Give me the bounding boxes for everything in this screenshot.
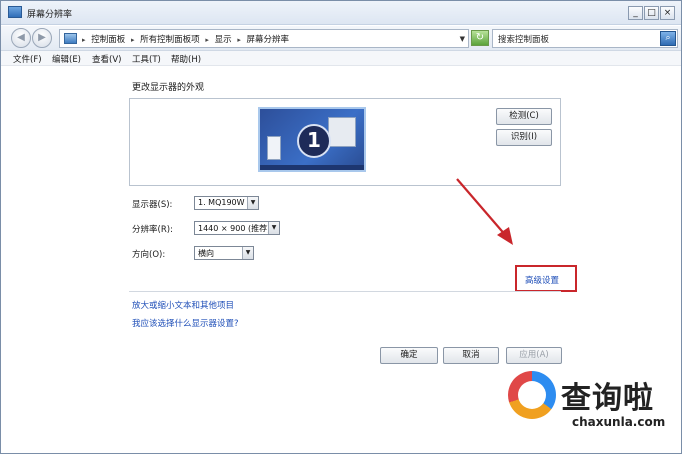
- display-label: 显示器(S):: [132, 200, 173, 210]
- display-settings-help-link[interactable]: 我应该选择什么显示器设置?: [132, 317, 239, 329]
- preview-window-icon: [328, 117, 356, 147]
- monitor-number-badge: 1: [297, 124, 331, 158]
- forward-arrow-icon: ▶: [38, 32, 46, 43]
- watermark-logo-icon: [508, 371, 556, 419]
- display-select[interactable]: 1. MQ190W ▼: [194, 196, 259, 210]
- resolution-select[interactable]: 1440 × 900 (推荐) ▼: [194, 221, 280, 235]
- preview-window-icon: [267, 136, 281, 160]
- forward-button[interactable]: ▶: [32, 28, 52, 48]
- window-title: 屏幕分辨率: [27, 10, 73, 20]
- back-arrow-icon: ◀: [17, 32, 25, 43]
- text-size-link[interactable]: 放大或缩小文本和其他项目: [132, 299, 234, 311]
- ok-button[interactable]: 确定: [380, 347, 438, 364]
- back-button[interactable]: ◀: [11, 28, 31, 48]
- watermark-title: 查询啦: [561, 381, 654, 416]
- breadcrumb: ▸ 控制面板 ▸ 所有控制面板项 ▸ 显示 ▸ 屏幕分辨率: [82, 33, 292, 45]
- screen-resolution-window: 屏幕分辨率 _ □ × ◀ ▶ ▸ 控制面板 ▸ 所有控制面板项 ▸ 显示 ▸ …: [0, 0, 682, 454]
- chevron-down-icon: ▼: [242, 247, 253, 259]
- search-button[interactable]: ⌕: [660, 31, 676, 46]
- navigation-bar: ◀ ▶ ▸ 控制面板 ▸ 所有控制面板项 ▸ 显示 ▸ 屏幕分辨率 ▼ ↻ 搜索…: [1, 26, 681, 51]
- menu-view[interactable]: 查看(V): [92, 53, 121, 65]
- address-bar[interactable]: ▸ 控制面板 ▸ 所有控制面板项 ▸ 显示 ▸ 屏幕分辨率 ▼: [59, 29, 469, 48]
- refresh-button[interactable]: ↻: [471, 30, 489, 46]
- title-bar[interactable]: 屏幕分辨率 _ □ ×: [1, 1, 681, 25]
- search-input[interactable]: 搜索控制面板: [498, 33, 549, 45]
- refresh-icon: ↻: [475, 32, 485, 43]
- cancel-button[interactable]: 取消: [443, 347, 499, 364]
- orientation-label: 方向(O):: [132, 250, 166, 260]
- breadcrumb-all-items[interactable]: 所有控制面板项: [140, 35, 200, 45]
- menu-edit[interactable]: 编辑(E): [52, 53, 81, 65]
- detect-button[interactable]: 检测(C): [496, 108, 552, 125]
- breadcrumb-separator-icon: ▸: [237, 36, 241, 44]
- menu-bar: 文件(F) 编辑(E) 查看(V) 工具(T) 帮助(H): [1, 51, 681, 66]
- identify-button[interactable]: 识别(I): [496, 129, 552, 146]
- control-panel-icon: [64, 33, 77, 44]
- resolution-label: 分辨率(R):: [132, 225, 173, 235]
- breadcrumb-control-panel[interactable]: 控制面板: [91, 35, 125, 45]
- breadcrumb-separator-icon: ▸: [82, 36, 86, 44]
- display-value: 1. MQ190W: [198, 198, 245, 207]
- page-title: 更改显示器的外观: [132, 83, 205, 93]
- menu-tools[interactable]: 工具(T): [132, 53, 161, 65]
- search-box[interactable]: 搜索控制面板 ⌕: [492, 29, 678, 48]
- apply-button[interactable]: 应用(A): [506, 347, 562, 364]
- minimize-button[interactable]: _: [628, 6, 643, 20]
- breadcrumb-display[interactable]: 显示: [215, 35, 232, 45]
- orientation-select[interactable]: 横向 ▼: [194, 246, 254, 260]
- breadcrumb-separator-icon: ▸: [130, 36, 135, 44]
- advanced-settings-link[interactable]: 高级设置: [525, 274, 559, 286]
- address-dropdown-icon[interactable]: ▼: [460, 35, 465, 43]
- breadcrumb-screen-resolution[interactable]: 屏幕分辨率: [247, 35, 290, 45]
- breadcrumb-separator-icon: ▸: [205, 36, 209, 44]
- annotation-arrow-icon: [456, 178, 513, 245]
- preview-taskbar: [260, 165, 364, 170]
- section-divider: [129, 291, 561, 292]
- orientation-value: 横向: [198, 249, 214, 258]
- display-settings-icon: [8, 6, 22, 18]
- close-button[interactable]: ×: [660, 6, 675, 20]
- menu-help[interactable]: 帮助(H): [171, 53, 201, 65]
- watermark-url: chaxunla.com: [572, 415, 666, 429]
- chevron-down-icon: ▼: [268, 222, 279, 234]
- maximize-button[interactable]: □: [644, 6, 659, 20]
- search-icon: ⌕: [665, 33, 671, 43]
- resolution-value: 1440 × 900 (推荐): [198, 224, 271, 233]
- monitor-1-preview[interactable]: 1: [258, 107, 366, 172]
- menu-file[interactable]: 文件(F): [13, 53, 42, 65]
- chevron-down-icon: ▼: [247, 197, 258, 209]
